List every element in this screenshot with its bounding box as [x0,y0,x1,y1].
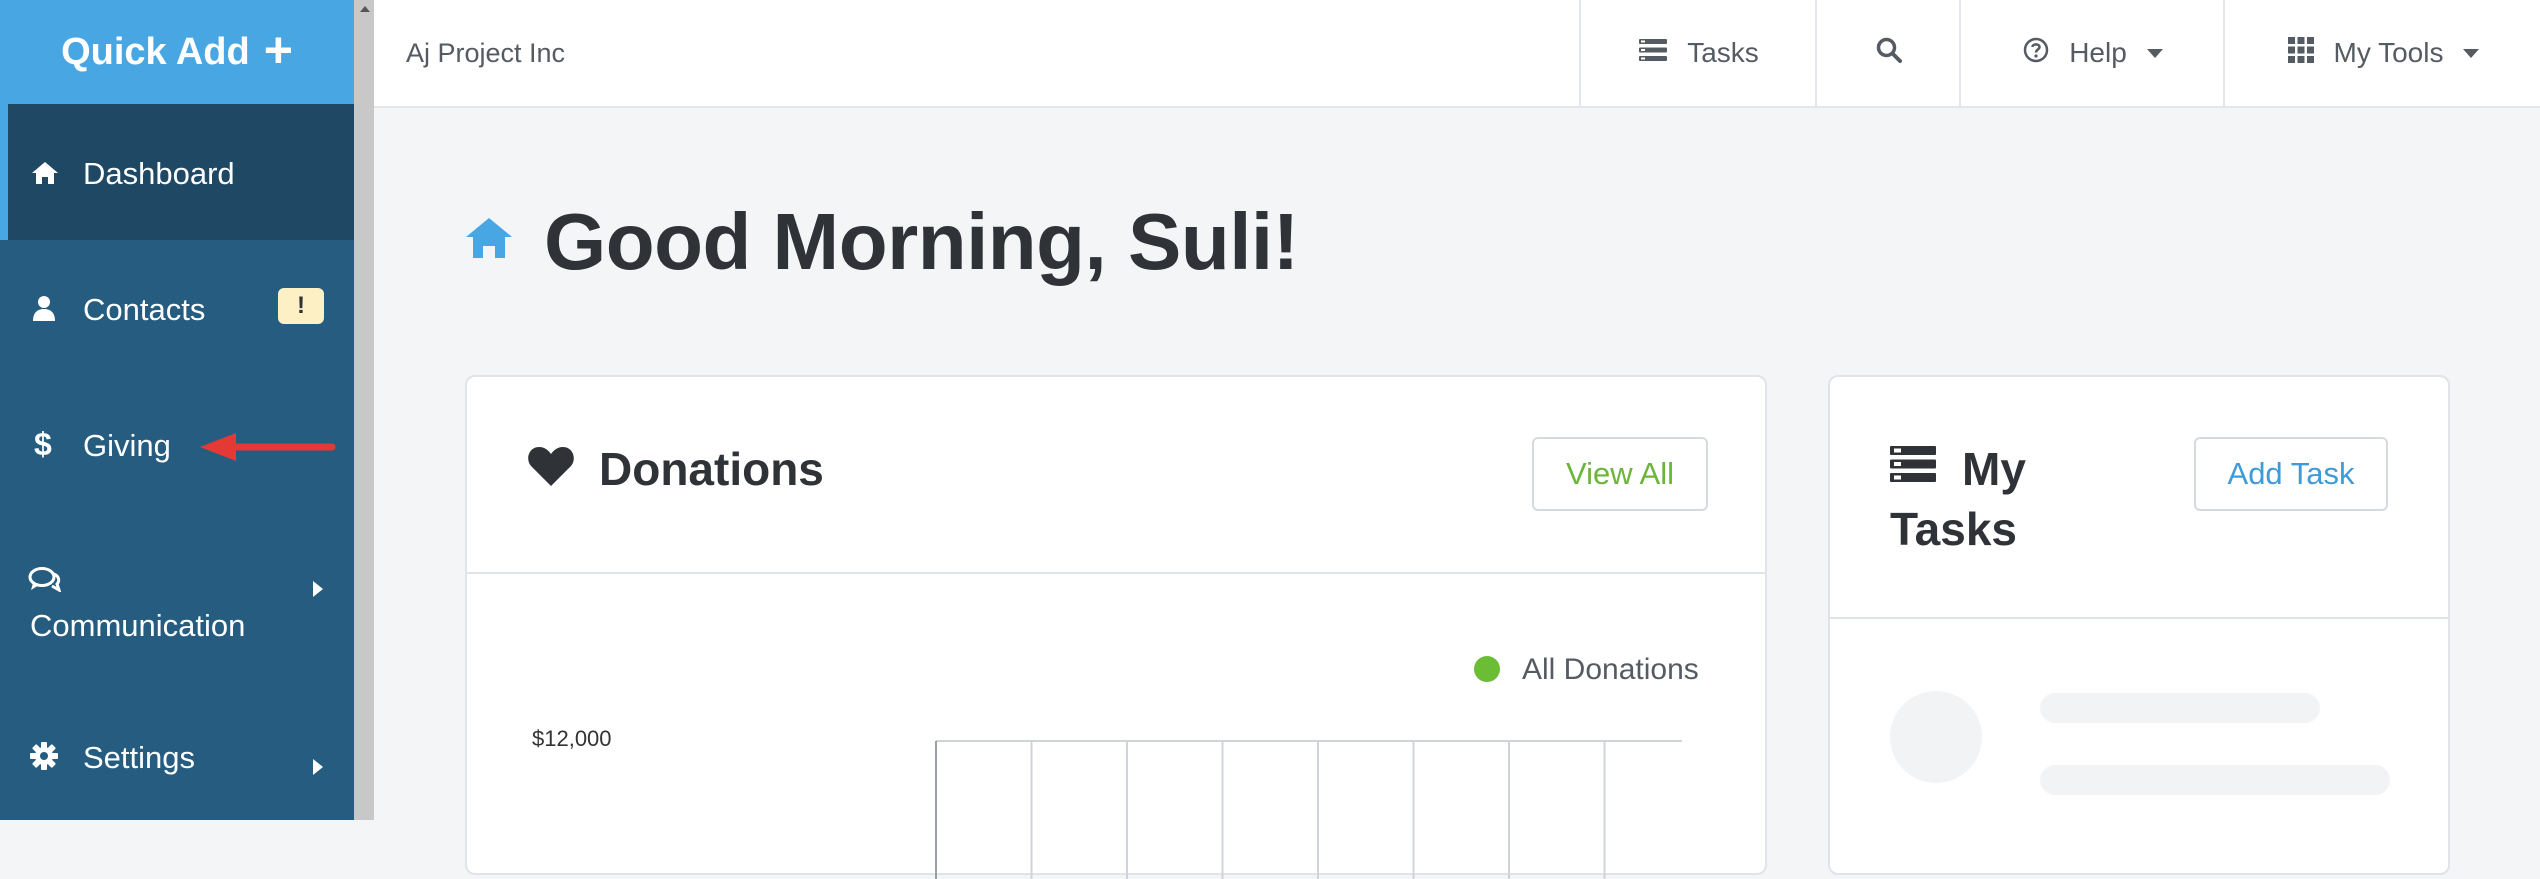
my-tasks-card-header: My Tasks Add Task [1830,377,2448,619]
y-axis-tick-label: $12,000 [532,726,612,751]
quick-add-label: Quick Add [61,30,250,73]
scrollbar[interactable] [354,0,374,820]
sidebar-item-label: Giving [83,428,171,463]
chevron-right-icon [312,570,324,606]
organization-name: Aj Project Inc [406,38,566,68]
sidebar-item-settings[interactable]: Settings [0,682,354,820]
dollar-icon: $ [34,426,52,462]
my-tasks-card: My Tasks Add Task [1828,375,2450,875]
chevron-right-icon [312,748,324,784]
donations-title: Donations [599,443,824,495]
sidebar-item-label: Communication [30,608,246,643]
quick-add-button[interactable]: Quick Add + [0,0,354,104]
add-task-button[interactable]: Add Task [2194,437,2388,511]
tasks-icon [1639,37,1668,69]
loading-placeholder-line [2040,693,2320,723]
heart-icon [527,445,575,492]
donations-card-header: Donations View All [467,377,1765,574]
loading-placeholder-avatar [1890,691,1982,783]
my-tasks-title: My Tasks [1890,443,2026,555]
scroll-up-icon[interactable] [360,6,370,12]
caret-down-icon [2463,48,2480,58]
search-icon [1876,37,1902,70]
page-title: Good Morning, Suli! [544,197,1299,286]
my-tools-menu-button[interactable]: My Tools [2223,0,2540,106]
grid-icon [2287,36,2314,70]
donations-card: Donations View All All Donations $12,000 [465,375,1767,879]
sidebar-item-contacts[interactable]: Contacts ! [0,240,354,376]
tasks-label: Tasks [1687,37,1759,68]
annotation-arrow-icon [200,433,336,461]
loading-placeholder-line [2040,765,2390,795]
donations-chart [935,740,1682,879]
caret-down-icon [2146,48,2163,58]
sidebar-item-label: Contacts [83,292,206,327]
help-icon [2023,37,2049,70]
sidebar-item-communication[interactable]: Communication [0,512,354,682]
alert-badge: ! [278,288,324,324]
tasks-button[interactable]: Tasks [1579,0,1817,106]
user-icon [32,294,56,330]
legend-swatch [1474,656,1500,682]
view-all-button[interactable]: View All [1532,437,1708,511]
help-menu-button[interactable]: Help [1959,0,2225,106]
my-tools-label: My Tools [2333,37,2444,68]
legend-label: All Donations [1522,653,1699,686]
search-button[interactable] [1815,0,1961,106]
sidebar-item-label: Dashboard [83,156,235,191]
home-icon [464,216,514,265]
gear-icon [30,742,58,778]
help-label: Help [2069,37,2127,68]
plus-icon: + [263,22,293,78]
home-icon [30,158,60,194]
top-bar: Aj Project Inc Tasks Help My Tools [374,0,2540,108]
sidebar-item-label: Settings [83,740,196,775]
chat-icon [28,564,62,600]
sidebar-item-dashboard[interactable]: Dashboard [0,104,354,240]
sidebar: Quick Add + Dashboard Contacts ! $ Givin… [0,0,354,820]
